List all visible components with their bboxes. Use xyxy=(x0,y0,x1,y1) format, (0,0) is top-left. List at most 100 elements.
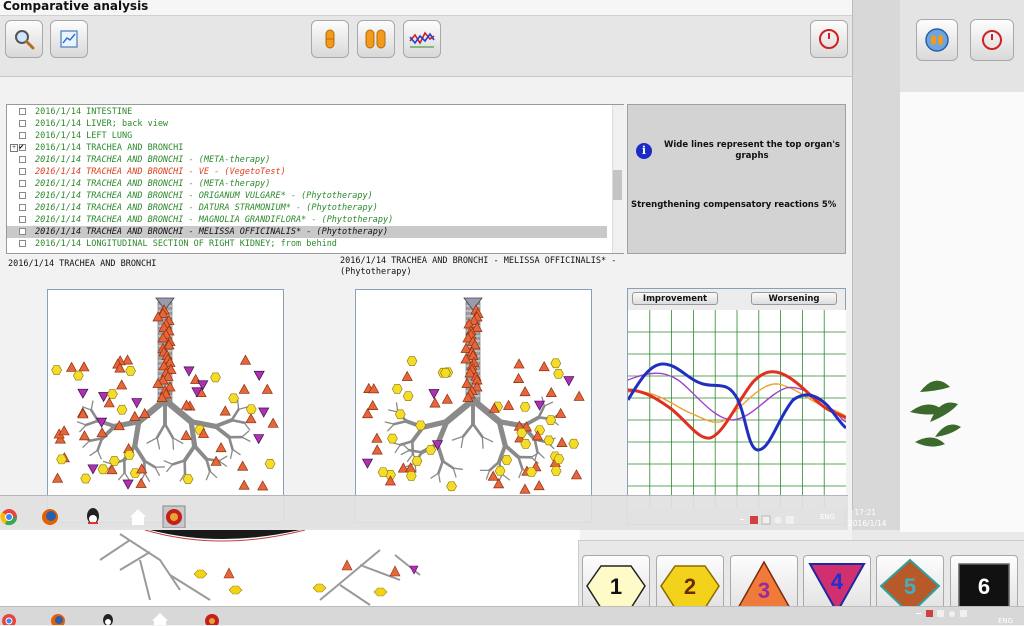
list-item[interactable]: 2016/1/14 LEFT LUNG xyxy=(7,130,607,142)
list-item-label: 2016/1/14 TRACHEA AND BRONCHI - VE - (Ve… xyxy=(35,166,286,178)
list-item-label: 2016/1/14 TRACHEA AND BRONCHI - ORIGANUM… xyxy=(35,190,373,202)
list-checkbox[interactable] xyxy=(19,192,26,199)
left-organ-label: 2016/1/14 TRACHEA AND BRONCHI xyxy=(8,259,156,270)
list-checkbox[interactable] xyxy=(19,204,26,211)
list-item-label: 2016/1/14 LEFT LUNG xyxy=(35,130,132,142)
comparison-graph xyxy=(628,310,846,508)
title-bar: Comparative analysis xyxy=(0,0,852,16)
list-item[interactable]: 2016/1/14 TRACHEA AND BRONCHI - (META-th… xyxy=(7,154,607,166)
outer-taskbar xyxy=(0,606,1024,625)
search-button[interactable] xyxy=(5,20,43,58)
taskbar-icons xyxy=(0,496,250,530)
list-item-label: 2016/1/14 INTESTINE xyxy=(35,106,132,118)
tray-icon[interactable] xyxy=(762,516,770,524)
list-item[interactable]: 2016/1/14 TRACHEA AND BRONCHI - (META-th… xyxy=(7,178,607,190)
single-capsule-icon xyxy=(318,27,342,51)
chrome-icon[interactable] xyxy=(2,614,16,625)
home-icon[interactable] xyxy=(130,509,146,525)
list-item[interactable]: 2016/1/14 INTESTINE xyxy=(7,106,607,118)
analysis-list[interactable]: 2016/1/14 INTESTINE 2016/1/14 LIVER; bac… xyxy=(6,104,624,254)
double-capsule-button[interactable] xyxy=(357,20,395,58)
list-item-selected[interactable]: 2016/1/14 TRACHEA AND BRONCHI - MELISSA … xyxy=(7,226,607,238)
list-checkbox[interactable] xyxy=(19,168,26,175)
tray-icon[interactable] xyxy=(750,516,758,524)
clock-date: 2016/1/14 xyxy=(848,519,886,528)
list-checkbox[interactable] xyxy=(19,120,26,127)
tray-icon[interactable] xyxy=(937,610,944,617)
list-item[interactable]: +2016/1/14 TRACHEA AND BRONCHI xyxy=(7,142,607,154)
power-icon xyxy=(818,28,840,50)
list-checkbox[interactable] xyxy=(19,180,26,187)
info-message: Wide lines represent the top organ's gra… xyxy=(662,140,842,162)
list-item[interactable]: 2016/1/14 TRACHEA AND BRONCHI - ORIGANUM… xyxy=(7,190,607,202)
list-item[interactable]: 2016/1/14 TRACHEA AND BRONCHI - MAGNOLIA… xyxy=(7,214,607,226)
lower-organ-background xyxy=(0,530,580,610)
list-item-label: 2016/1/14 TRACHEA AND BRONCHI - DATURA S… xyxy=(35,202,378,214)
list-checkbox[interactable] xyxy=(19,216,26,223)
app-target-icon[interactable] xyxy=(163,506,185,528)
tray-icon[interactable] xyxy=(960,610,967,617)
trachea-bronchi-image xyxy=(356,290,591,522)
info-result: Strengthening compensatory reactions 5% xyxy=(631,200,841,211)
tray-icon[interactable] xyxy=(926,610,933,617)
tray-icon[interactable] xyxy=(916,613,921,614)
list-item[interactable]: 2016/1/14 LIVER; back view xyxy=(7,118,607,130)
trachea-bronchi-image xyxy=(48,290,283,522)
list-item-label: 2016/1/14 TRACHEA AND BRONCHI - (META-th… xyxy=(35,178,270,190)
graph-lines-icon xyxy=(408,27,436,51)
power-button-secondary[interactable] xyxy=(970,19,1014,61)
firefox-icon[interactable] xyxy=(42,509,58,525)
tray-icon[interactable] xyxy=(740,519,744,520)
worsening-button[interactable]: Worsening xyxy=(751,292,837,305)
toolbar xyxy=(0,16,852,77)
tray-icon[interactable] xyxy=(775,517,782,524)
calendar-chart-icon xyxy=(57,27,81,51)
tray-language[interactable]: ENG xyxy=(820,513,835,521)
list-item-label: 2016/1/14 TRACHEA AND BRONCHI - MELISSA … xyxy=(35,226,388,238)
background-strip xyxy=(852,0,900,530)
expand-icon[interactable]: + xyxy=(10,144,18,152)
taskbar-icons xyxy=(0,607,250,625)
list-item[interactable]: 2016/1/14 TRACHEA AND BRONCHI - DATURA S… xyxy=(7,202,607,214)
list-item[interactable]: 2016/1/14 TRACHEA AND BRONCHI - VE - (Ve… xyxy=(7,166,607,178)
left-organ-image[interactable] xyxy=(47,289,284,523)
app-target-icon[interactable] xyxy=(205,614,219,625)
tray-icon[interactable] xyxy=(949,611,955,617)
single-capsule-button[interactable] xyxy=(311,20,349,58)
capsule-settings-button[interactable] xyxy=(916,19,958,61)
list-item-label: 2016/1/14 TRACHEA AND BRONCHI xyxy=(35,142,183,154)
list-checkbox[interactable] xyxy=(19,156,26,163)
list-item-label: 2016/1/14 LONGITUDINAL SECTION OF RIGHT … xyxy=(35,238,337,250)
info-icon: i xyxy=(636,143,652,159)
improvement-button[interactable]: Improvement xyxy=(632,292,718,305)
chrome-icon[interactable] xyxy=(0,509,17,525)
list-item[interactable]: 2016/1/14 LONGITUDINAL SECTION OF RIGHT … xyxy=(7,238,607,250)
window-title: Comparative analysis xyxy=(3,0,148,13)
scrollbar-thumb[interactable] xyxy=(613,170,622,200)
home-icon[interactable] xyxy=(152,613,168,625)
qq-icon[interactable] xyxy=(103,614,113,625)
background-panel xyxy=(900,92,1024,532)
background-organ-image xyxy=(0,530,580,608)
tray-icons xyxy=(738,514,808,528)
graph-button[interactable] xyxy=(403,20,441,58)
qq-icon[interactable] xyxy=(87,508,99,524)
tray-icons xyxy=(912,609,992,621)
clock-time: 17:21 xyxy=(846,508,876,517)
report-button[interactable] xyxy=(50,20,88,58)
secondary-toolbar xyxy=(900,0,1024,93)
firefox-icon[interactable] xyxy=(51,614,65,625)
list-checkbox[interactable] xyxy=(19,132,26,139)
list-checkbox[interactable] xyxy=(19,240,26,247)
list-item-label: 2016/1/14 LIVER; back view xyxy=(35,118,168,130)
info-panel xyxy=(627,104,846,254)
magnifier-icon xyxy=(12,27,36,51)
list-checkbox[interactable] xyxy=(19,228,26,235)
tray-icon[interactable] xyxy=(786,516,794,524)
list-checkbox[interactable] xyxy=(19,108,26,115)
double-capsule-icon xyxy=(362,27,390,51)
capsule-settings-icon xyxy=(924,27,950,53)
list-checkbox[interactable] xyxy=(19,144,26,151)
right-organ-image[interactable] xyxy=(355,289,592,523)
power-button[interactable] xyxy=(810,20,848,58)
